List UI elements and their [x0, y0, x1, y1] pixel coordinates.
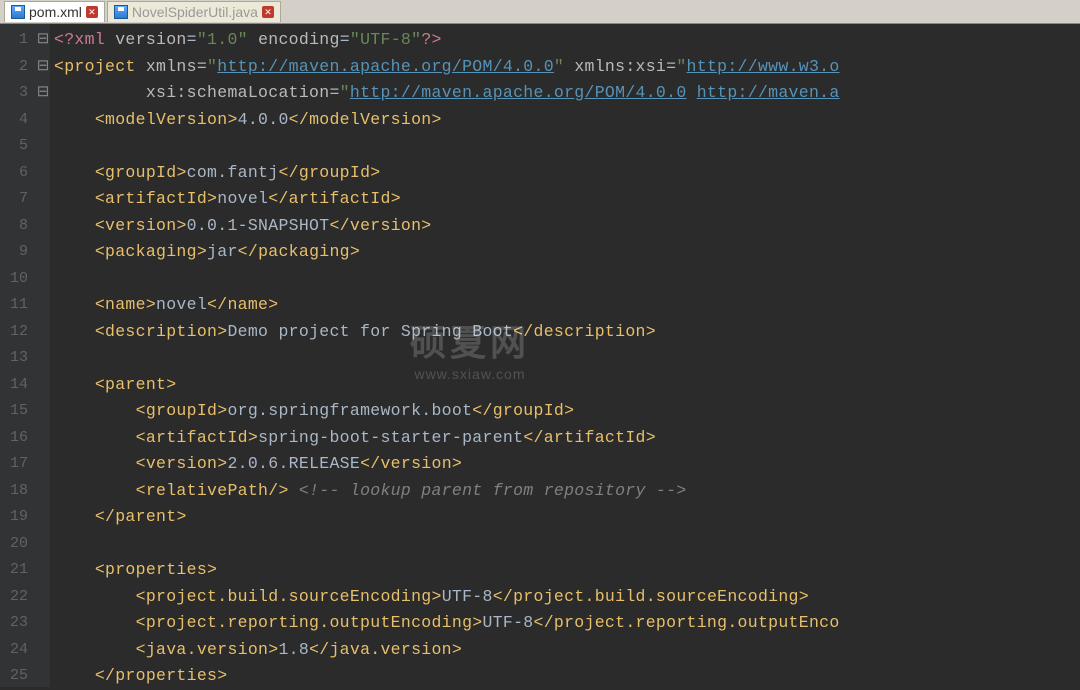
line-numbers: 123 456 789 101112 131415 161718 192021 … — [0, 24, 36, 687]
tab-pom-xml[interactable]: pom.xml ✕ — [4, 1, 105, 22]
fold-toggle[interactable]: ⊟ — [36, 27, 50, 54]
save-icon — [11, 5, 25, 19]
fold-gutter: ⊟ ⊟ ⊟ — [36, 24, 50, 687]
tab-label: pom.xml — [29, 4, 82, 20]
tab-bar: pom.xml ✕ NovelSpiderUtil.java ✕ — [0, 0, 1080, 24]
save-icon — [114, 5, 128, 19]
code-content[interactable]: <?xml version="1.0" encoding="UTF-8"?><p… — [50, 24, 840, 687]
close-icon[interactable]: ✕ — [262, 6, 274, 18]
code-editor[interactable]: 123 456 789 101112 131415 161718 192021 … — [0, 24, 1080, 687]
fold-toggle[interactable]: ⊟ — [36, 80, 50, 107]
tab-label: NovelSpiderUtil.java — [132, 4, 258, 20]
close-icon[interactable]: ✕ — [86, 6, 98, 18]
tab-novelspider[interactable]: NovelSpiderUtil.java ✕ — [107, 1, 281, 22]
fold-toggle[interactable]: ⊟ — [36, 54, 50, 81]
